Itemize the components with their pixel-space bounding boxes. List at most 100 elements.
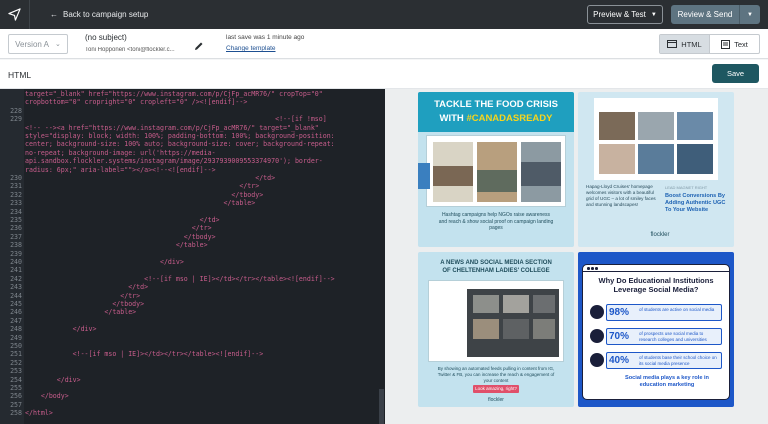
text-toggle-button[interactable]: Text: [710, 35, 759, 53]
code-line: 230 </td>: [0, 174, 275, 182]
code-text: cropbottom="0" cropright="0" cropleft="0…: [25, 98, 248, 107]
line-number: 237: [10, 232, 22, 241]
line-number: 245: [10, 300, 22, 308]
code-text: </tbody>: [25, 232, 216, 241]
card1-caption: Hashtag campaigns help NGOs raise awaren…: [438, 212, 554, 231]
version-select[interactable]: Version A ⌄: [8, 34, 68, 54]
code-line: 241: [0, 266, 25, 274]
chevron-down-icon: ⌄: [54, 41, 61, 48]
stat-box: 98% of students are active on social medi…: [606, 304, 722, 321]
code-line: 238 </table>: [0, 241, 208, 249]
code-text: </div>: [25, 325, 97, 334]
code-line: style="display: block; width: 100%; padd…: [0, 132, 335, 140]
subject-text[interactable]: (no subject): [85, 33, 127, 42]
editor-scrollbar[interactable]: [379, 389, 384, 424]
text-icon: [721, 39, 731, 49]
card-cheltenham: A NEWS AND SOCIAL MEDIA SECTION OF CHELT…: [418, 252, 574, 407]
save-button[interactable]: Save: [712, 64, 759, 83]
stat-box: 40% of students base their school choice …: [606, 352, 722, 369]
card-education: Why Do Educational Institutions Leverage…: [578, 252, 734, 407]
stat-text: of students base their school choice on …: [639, 355, 717, 366]
code-line: 240 </div>: [0, 258, 184, 266]
line-number: 248: [10, 325, 22, 334]
code-text: </tr>: [25, 182, 260, 191]
code-line: 232 </tbody>: [0, 191, 263, 199]
code-line: 248 </div>: [0, 325, 96, 333]
code-text: style="display: block; width: 100%; padd…: [25, 132, 335, 140]
change-template-link[interactable]: Change template: [226, 45, 276, 52]
card3-title-brand: CHELTENHAM LADIES' COLLEGE: [452, 268, 550, 274]
review-send-button[interactable]: Review & Send ▼: [671, 5, 760, 24]
card1-screenshot: [426, 135, 566, 207]
code-line: cropbottom="0" cropright="0" cropleft="0…: [0, 98, 247, 106]
code-line: 256 </body>: [0, 392, 69, 400]
html-icon: [667, 40, 678, 48]
code-line: target="_blank" href="https://www.instag…: [0, 90, 323, 98]
card3-brand: flockler: [488, 397, 504, 403]
code-line: 255: [0, 384, 25, 392]
stat-icon: [590, 305, 604, 319]
code-text: api.sandbox.flockler.systems/instagram/i…: [25, 157, 323, 166]
preview-test-button[interactable]: Preview & Test ▼: [587, 5, 663, 24]
card1-hashtag: #CANADASREADY: [466, 113, 553, 124]
card3-cta[interactable]: Look amazing, right?: [473, 385, 519, 393]
code-line: 253: [0, 367, 25, 375]
code-line: 252: [0, 359, 25, 367]
line-number: 238: [10, 241, 22, 250]
code-editor[interactable]: target="_blank" href="https://www.instag…: [0, 89, 385, 424]
back-link[interactable]: ← Back to campaign setup: [50, 0, 148, 29]
code-line: 251 <!--[if mso | IE]></td></tr></table>…: [0, 350, 263, 358]
arrow-left-icon: ←: [50, 10, 58, 19]
code-text: </tr>: [25, 291, 141, 300]
code-line: 243 </td>: [0, 283, 148, 291]
top-bar: ← Back to campaign setup Preview & Test …: [0, 0, 768, 29]
code-line: 242 <!--[if mso | IE]></td></tr></table>…: [0, 275, 335, 283]
card4-footer: Social media plays a key role in educati…: [625, 375, 709, 388]
line-number: 252: [10, 358, 22, 367]
code-line: 257: [0, 401, 25, 409]
line-number: 229: [10, 115, 22, 124]
code-line: 246 </table>: [0, 308, 136, 316]
card2-caption: Hapag-Lloyd Cruises' homepage welcomes v…: [586, 184, 656, 207]
code-line: center; background-size: 100% auto; back…: [0, 140, 335, 148]
html-toggle-button[interactable]: HTML: [660, 35, 710, 53]
line-number: 235: [10, 216, 22, 224]
code-text: <!--[if !mso]: [25, 115, 327, 124]
code-line: <!-- --><a href="https://www.instagram.c…: [0, 124, 319, 132]
card1-title-line2: WITH: [439, 113, 464, 124]
line-number: 247: [10, 316, 22, 325]
line-number: 240: [10, 258, 22, 266]
caret-down-icon: ▼: [650, 11, 657, 18]
code-text: </div>: [25, 258, 184, 266]
code-text: </div>: [25, 375, 81, 384]
card3-screenshot: [428, 280, 564, 362]
line-number: 239: [10, 249, 22, 258]
code-text: <!-- --><a href="https://www.instagram.c…: [25, 123, 319, 132]
caret-down-icon[interactable]: ▼: [740, 12, 760, 18]
line-number: 256: [10, 392, 22, 401]
code-text: </tbody>: [25, 300, 145, 308]
code-text: </tbody>: [25, 190, 264, 199]
stat-icon: [590, 329, 604, 343]
line-number: 251: [10, 350, 22, 359]
code-line: 228: [0, 107, 25, 115]
send-logo-icon[interactable]: [0, 0, 30, 29]
pencil-icon[interactable]: [194, 38, 204, 56]
code-line: 250: [0, 342, 25, 350]
card4-title: Why Do Educational Institutions Leverage…: [598, 276, 714, 294]
editor-title: HTML: [8, 70, 32, 80]
card-food-crisis: TACKLE THE FOOD CRISIS WITH #CANADASREAD…: [418, 92, 574, 247]
line-number: 233: [10, 199, 22, 208]
code-line: 249: [0, 334, 25, 342]
line-number: 228: [10, 106, 22, 115]
card3-title-line1: A NEWS AND SOCIAL MEDIA SECTION: [440, 260, 552, 266]
stat-text: of students are active on social media: [639, 307, 715, 312]
code-line: no-repeat; background-image: url('https:…: [0, 149, 216, 157]
code-text: radius: 6px;" aria-label=""></a><!--<![e…: [25, 165, 216, 174]
code-line: 258 </html>: [0, 409, 53, 417]
campaign-header: Version A ⌄ (no subject) Toni Hopponen <…: [0, 29, 768, 59]
code-line: api.sandbox.flockler.systems/instagram/i…: [0, 157, 323, 165]
line-number: 241: [10, 266, 22, 275]
line-number: 250: [10, 342, 22, 350]
code-text: </table>: [25, 241, 208, 250]
